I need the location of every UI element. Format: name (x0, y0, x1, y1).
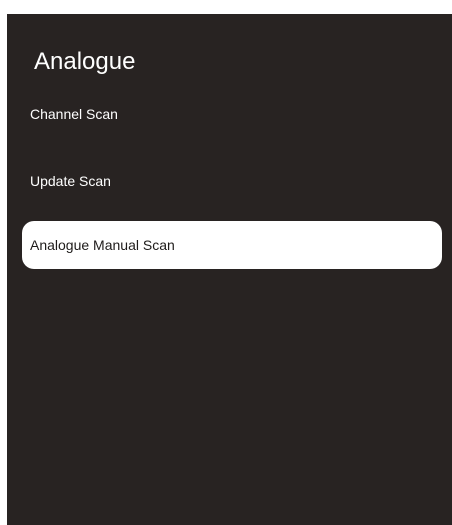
tv-settings-panel: Analogue Channel Scan Update Scan Analog… (7, 14, 452, 525)
menu-item-update-scan[interactable]: Update Scan (22, 157, 442, 204)
menu-item-channel-scan[interactable]: Channel Scan (22, 90, 442, 137)
menu-item-analogue-manual-scan[interactable]: Analogue Manual Scan (22, 221, 442, 269)
analogue-menu: Channel Scan Update Scan Analogue Manual… (7, 14, 452, 525)
